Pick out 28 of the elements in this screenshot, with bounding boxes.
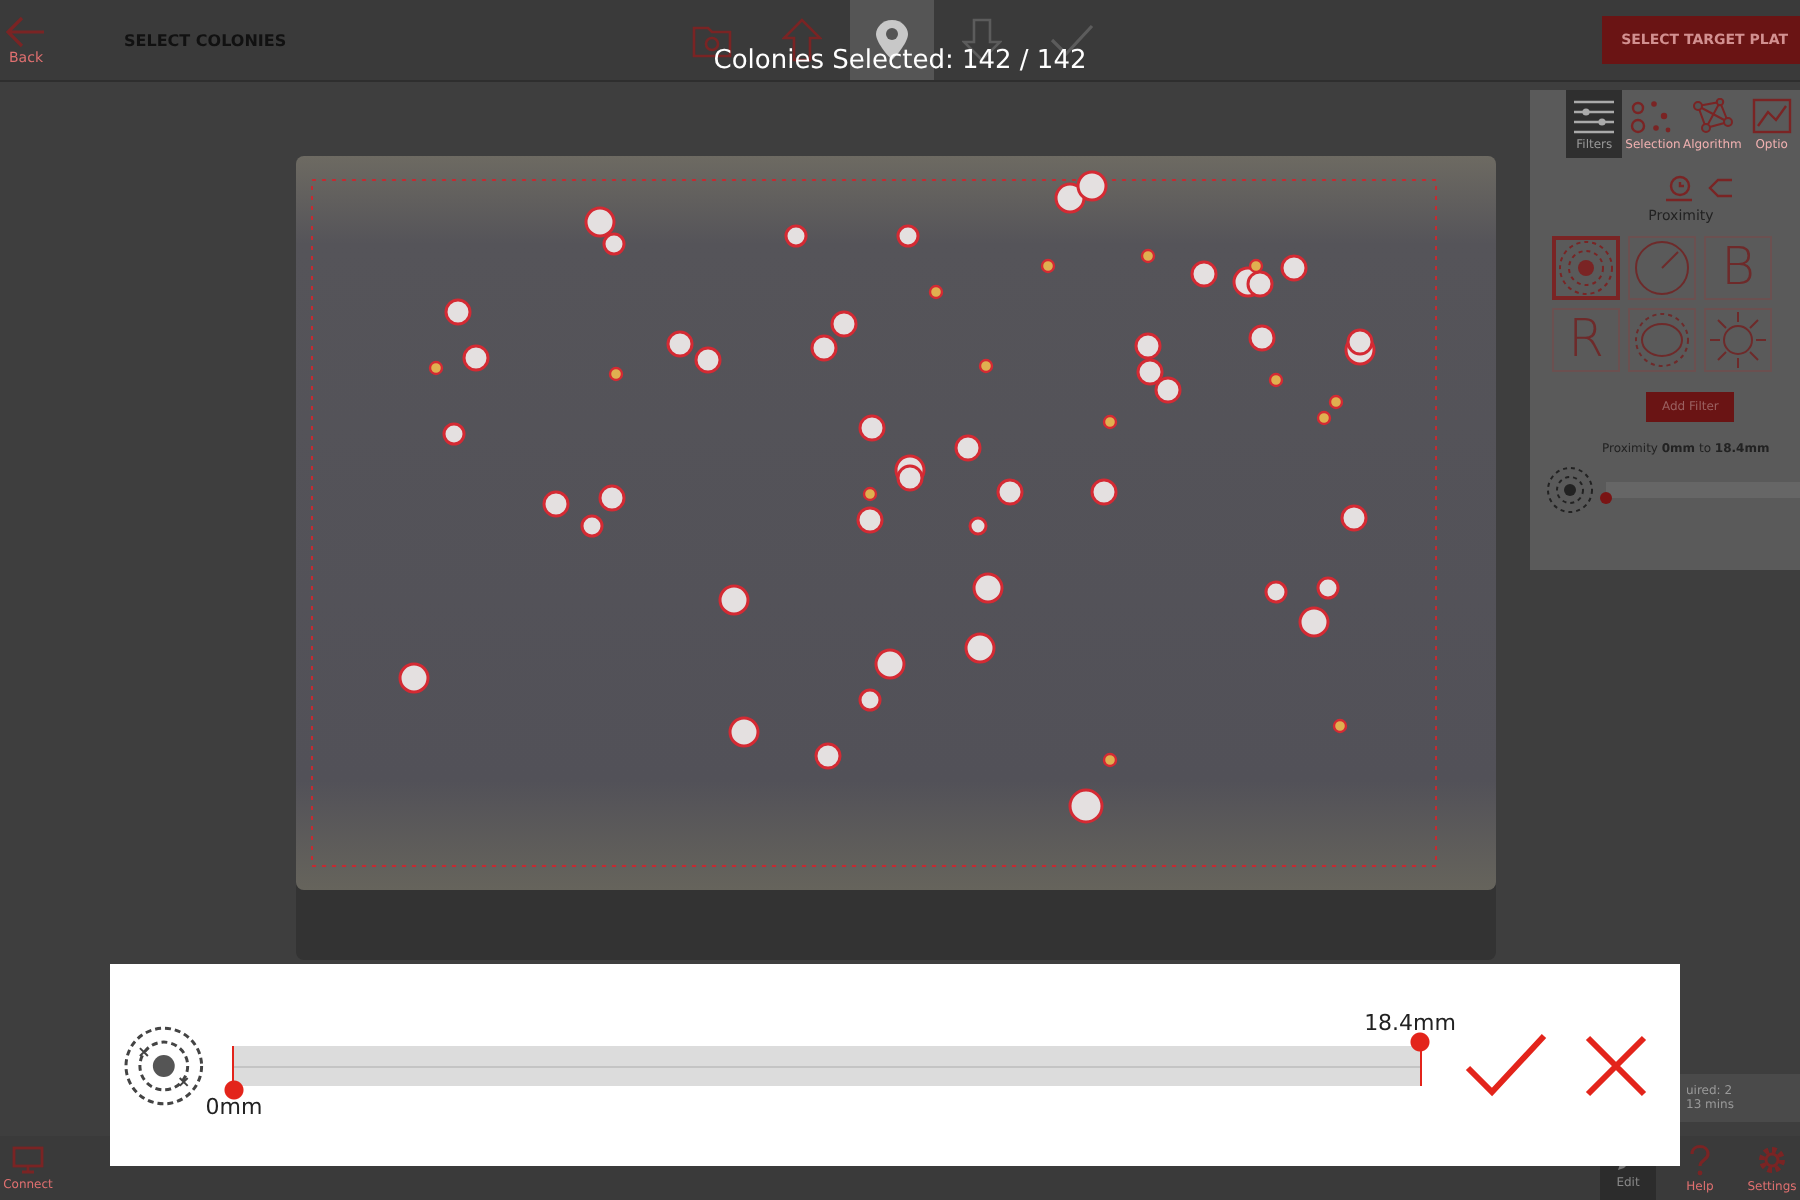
max-value-label: 18.4mm bbox=[1364, 1010, 1456, 1036]
monitor-icon bbox=[12, 1145, 44, 1173]
dots-icon bbox=[1630, 97, 1675, 133]
filter-tile[interactable] bbox=[1552, 236, 1620, 300]
gauge-icon bbox=[1632, 238, 1692, 298]
arrow-left-icon bbox=[4, 14, 48, 50]
close-button[interactable] bbox=[1584, 1033, 1648, 1097]
sliders-icon bbox=[1572, 97, 1617, 133]
confirm-button[interactable] bbox=[1464, 1031, 1548, 1099]
target-icon bbox=[1556, 238, 1616, 298]
min-value-label: 0mm bbox=[205, 1094, 263, 1120]
chart-icon bbox=[1751, 97, 1792, 133]
settings-icon bbox=[1756, 1143, 1788, 1175]
selection-count: Colonies Selected: 142 / 142 bbox=[713, 46, 1087, 76]
filter-tile[interactable] bbox=[1704, 308, 1772, 372]
target-icon bbox=[1546, 466, 1594, 514]
proximity-icon bbox=[122, 1023, 206, 1107]
ring-icon bbox=[1632, 310, 1692, 370]
filter-tile[interactable] bbox=[1628, 308, 1696, 372]
network-icon bbox=[1690, 97, 1735, 133]
slider-thumb[interactable] bbox=[1600, 492, 1612, 504]
tag-icon bbox=[1708, 174, 1732, 202]
clock-arrow-icon bbox=[1664, 174, 1696, 202]
sun-icon bbox=[1708, 310, 1768, 370]
checkmark-icon bbox=[1464, 1031, 1548, 1099]
filter-tile[interactable] bbox=[1628, 236, 1696, 300]
close-icon bbox=[1584, 1033, 1648, 1097]
question-mark-icon bbox=[1688, 1143, 1712, 1175]
